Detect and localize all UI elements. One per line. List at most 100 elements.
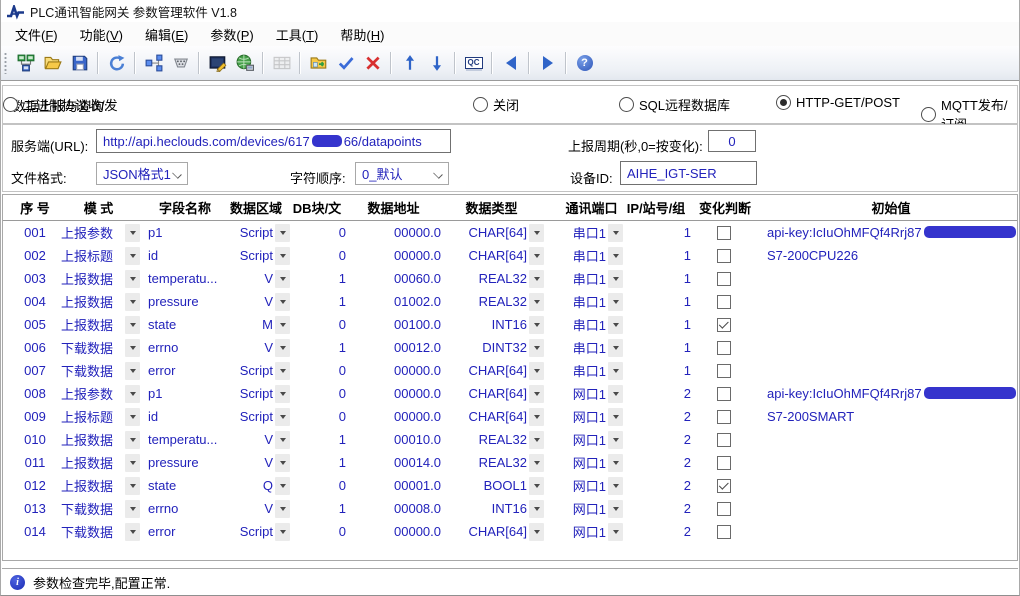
dropdown-arrow-icon[interactable] (125, 499, 140, 518)
station-cell[interactable]: 1 (621, 271, 691, 286)
db-block-cell[interactable]: 1 (288, 340, 346, 355)
change-checkbox[interactable] (717, 363, 731, 378)
dropdown-arrow-icon[interactable] (125, 315, 140, 334)
field-name-cell[interactable]: p1 (146, 386, 224, 401)
data-area-cell[interactable]: M (224, 317, 273, 332)
data-area-cell[interactable]: Script (224, 248, 273, 263)
dropdown-arrow-icon[interactable] (529, 499, 544, 518)
db-block-cell[interactable]: 0 (288, 248, 346, 263)
port-cell[interactable]: 串口1 (562, 223, 606, 242)
address-cell[interactable]: 00012.0 (346, 340, 441, 355)
port-cell[interactable]: 网口1 (562, 522, 606, 541)
menu-item[interactable]: 帮助(H) (329, 23, 395, 46)
mode-cell[interactable]: 上报数据 (59, 453, 123, 472)
menu-item[interactable]: 编辑(E) (134, 23, 199, 46)
data-area-cell[interactable]: Script (224, 409, 273, 424)
db-block-cell[interactable]: 0 (288, 524, 346, 539)
port-cell[interactable]: 串口1 (562, 361, 606, 380)
dropdown-arrow-icon[interactable] (529, 361, 544, 380)
dropdown-arrow-icon[interactable] (125, 361, 140, 380)
data-area-cell[interactable]: V (224, 340, 273, 355)
address-cell[interactable]: 00000.0 (346, 363, 441, 378)
port-cell[interactable]: 串口1 (562, 315, 606, 334)
server-url-input[interactable]: http://api.heclouds.com/devices/617 66/da… (96, 129, 451, 153)
station-cell[interactable]: 1 (621, 225, 691, 240)
mode-cell[interactable]: 上报数据 (59, 269, 123, 288)
data-type-cell[interactable]: REAL32 (441, 294, 527, 309)
delete-icon[interactable] (360, 50, 385, 76)
address-cell[interactable]: 00008.0 (346, 501, 441, 516)
up-arrow-icon[interactable] (397, 50, 422, 76)
port-cell[interactable]: 串口1 (562, 338, 606, 357)
db-block-cell[interactable]: 1 (288, 432, 346, 447)
field-name-cell[interactable]: id (146, 409, 224, 424)
station-cell[interactable]: 2 (621, 455, 691, 470)
change-checkbox[interactable] (717, 524, 731, 539)
topology-icon[interactable] (141, 50, 166, 76)
device-edit-icon[interactable] (205, 50, 230, 76)
port-cell[interactable]: 串口1 (562, 269, 606, 288)
field-name-cell[interactable]: state (146, 317, 224, 332)
field-name-cell[interactable]: temperatu... (146, 271, 224, 286)
dropdown-arrow-icon[interactable] (529, 430, 544, 449)
db-block-cell[interactable]: 0 (288, 386, 346, 401)
refresh-icon[interactable] (104, 50, 129, 76)
address-cell[interactable]: 00100.0 (346, 317, 441, 332)
data-type-cell[interactable]: CHAR[64] (441, 409, 527, 424)
address-cell[interactable]: 00001.0 (346, 478, 441, 493)
dropdown-arrow-icon[interactable] (125, 223, 140, 242)
dropdown-arrow-icon[interactable] (125, 522, 140, 541)
field-name-cell[interactable]: error (146, 363, 224, 378)
toolbar-grip[interactable] (4, 52, 7, 74)
station-cell[interactable]: 1 (621, 340, 691, 355)
station-cell[interactable]: 1 (621, 363, 691, 378)
data-type-cell[interactable]: CHAR[64] (441, 248, 527, 263)
field-name-cell[interactable]: pressure (146, 455, 224, 470)
mode-cell[interactable]: 上报数据 (59, 292, 123, 311)
change-checkbox[interactable] (717, 386, 731, 401)
station-cell[interactable]: 2 (621, 409, 691, 424)
station-cell[interactable]: 1 (621, 294, 691, 309)
field-name-cell[interactable]: error (146, 524, 224, 539)
mode-cell[interactable]: 上报参数 (59, 223, 123, 242)
db-block-cell[interactable]: 1 (288, 294, 346, 309)
port-cell[interactable]: 网口1 (562, 499, 606, 518)
radio-option-close[interactable]: 关闭 (473, 95, 519, 114)
change-checkbox[interactable] (717, 409, 731, 424)
change-checkbox[interactable] (717, 317, 731, 332)
init-value-cell[interactable]: api-key:IcIuOhMFQf4Rrj87g= (765, 386, 1017, 401)
data-area-cell[interactable]: V (224, 294, 273, 309)
data-type-cell[interactable]: CHAR[64] (441, 386, 527, 401)
file-format-select[interactable]: JSON格式1 (96, 162, 188, 185)
radio-option-sql[interactable]: SQL远程数据库 (619, 95, 730, 114)
port-cell[interactable]: 网口1 (562, 430, 606, 449)
change-checkbox[interactable] (717, 501, 731, 516)
db-block-cell[interactable]: 0 (288, 317, 346, 332)
station-cell[interactable]: 2 (621, 386, 691, 401)
dropdown-arrow-icon[interactable] (529, 522, 544, 541)
init-value-cell[interactable]: api-key:IcIuOhMFQf4Rrj87= (765, 225, 1017, 240)
db-block-cell[interactable]: 0 (288, 363, 346, 378)
byte-order-select[interactable]: 0_默认 (355, 162, 449, 185)
radio-option-http[interactable]: HTTP-GET/POST (776, 95, 900, 110)
change-checkbox[interactable] (717, 455, 731, 470)
dropdown-arrow-icon[interactable] (125, 430, 140, 449)
dropdown-arrow-icon[interactable] (125, 269, 140, 288)
dropdown-arrow-icon[interactable] (529, 269, 544, 288)
station-cell[interactable]: 1 (621, 248, 691, 263)
station-cell[interactable]: 2 (621, 524, 691, 539)
help-icon[interactable]: ? (572, 50, 597, 76)
address-cell[interactable]: 00060.0 (346, 271, 441, 286)
init-value-cell[interactable]: S7-200CPU226 (765, 248, 1017, 263)
station-cell[interactable]: 2 (621, 432, 691, 447)
report-period-input[interactable]: 0 (708, 130, 756, 152)
port-cell[interactable]: 网口1 (562, 407, 606, 426)
change-checkbox[interactable] (717, 432, 731, 447)
dropdown-arrow-icon[interactable] (125, 246, 140, 265)
address-cell[interactable]: 00000.0 (346, 524, 441, 539)
port-cell[interactable]: 网口1 (562, 453, 606, 472)
prev-icon[interactable] (498, 50, 523, 76)
mode-cell[interactable]: 上报数据 (59, 476, 123, 495)
db-block-cell[interactable]: 0 (288, 478, 346, 493)
data-area-cell[interactable]: V (224, 455, 273, 470)
